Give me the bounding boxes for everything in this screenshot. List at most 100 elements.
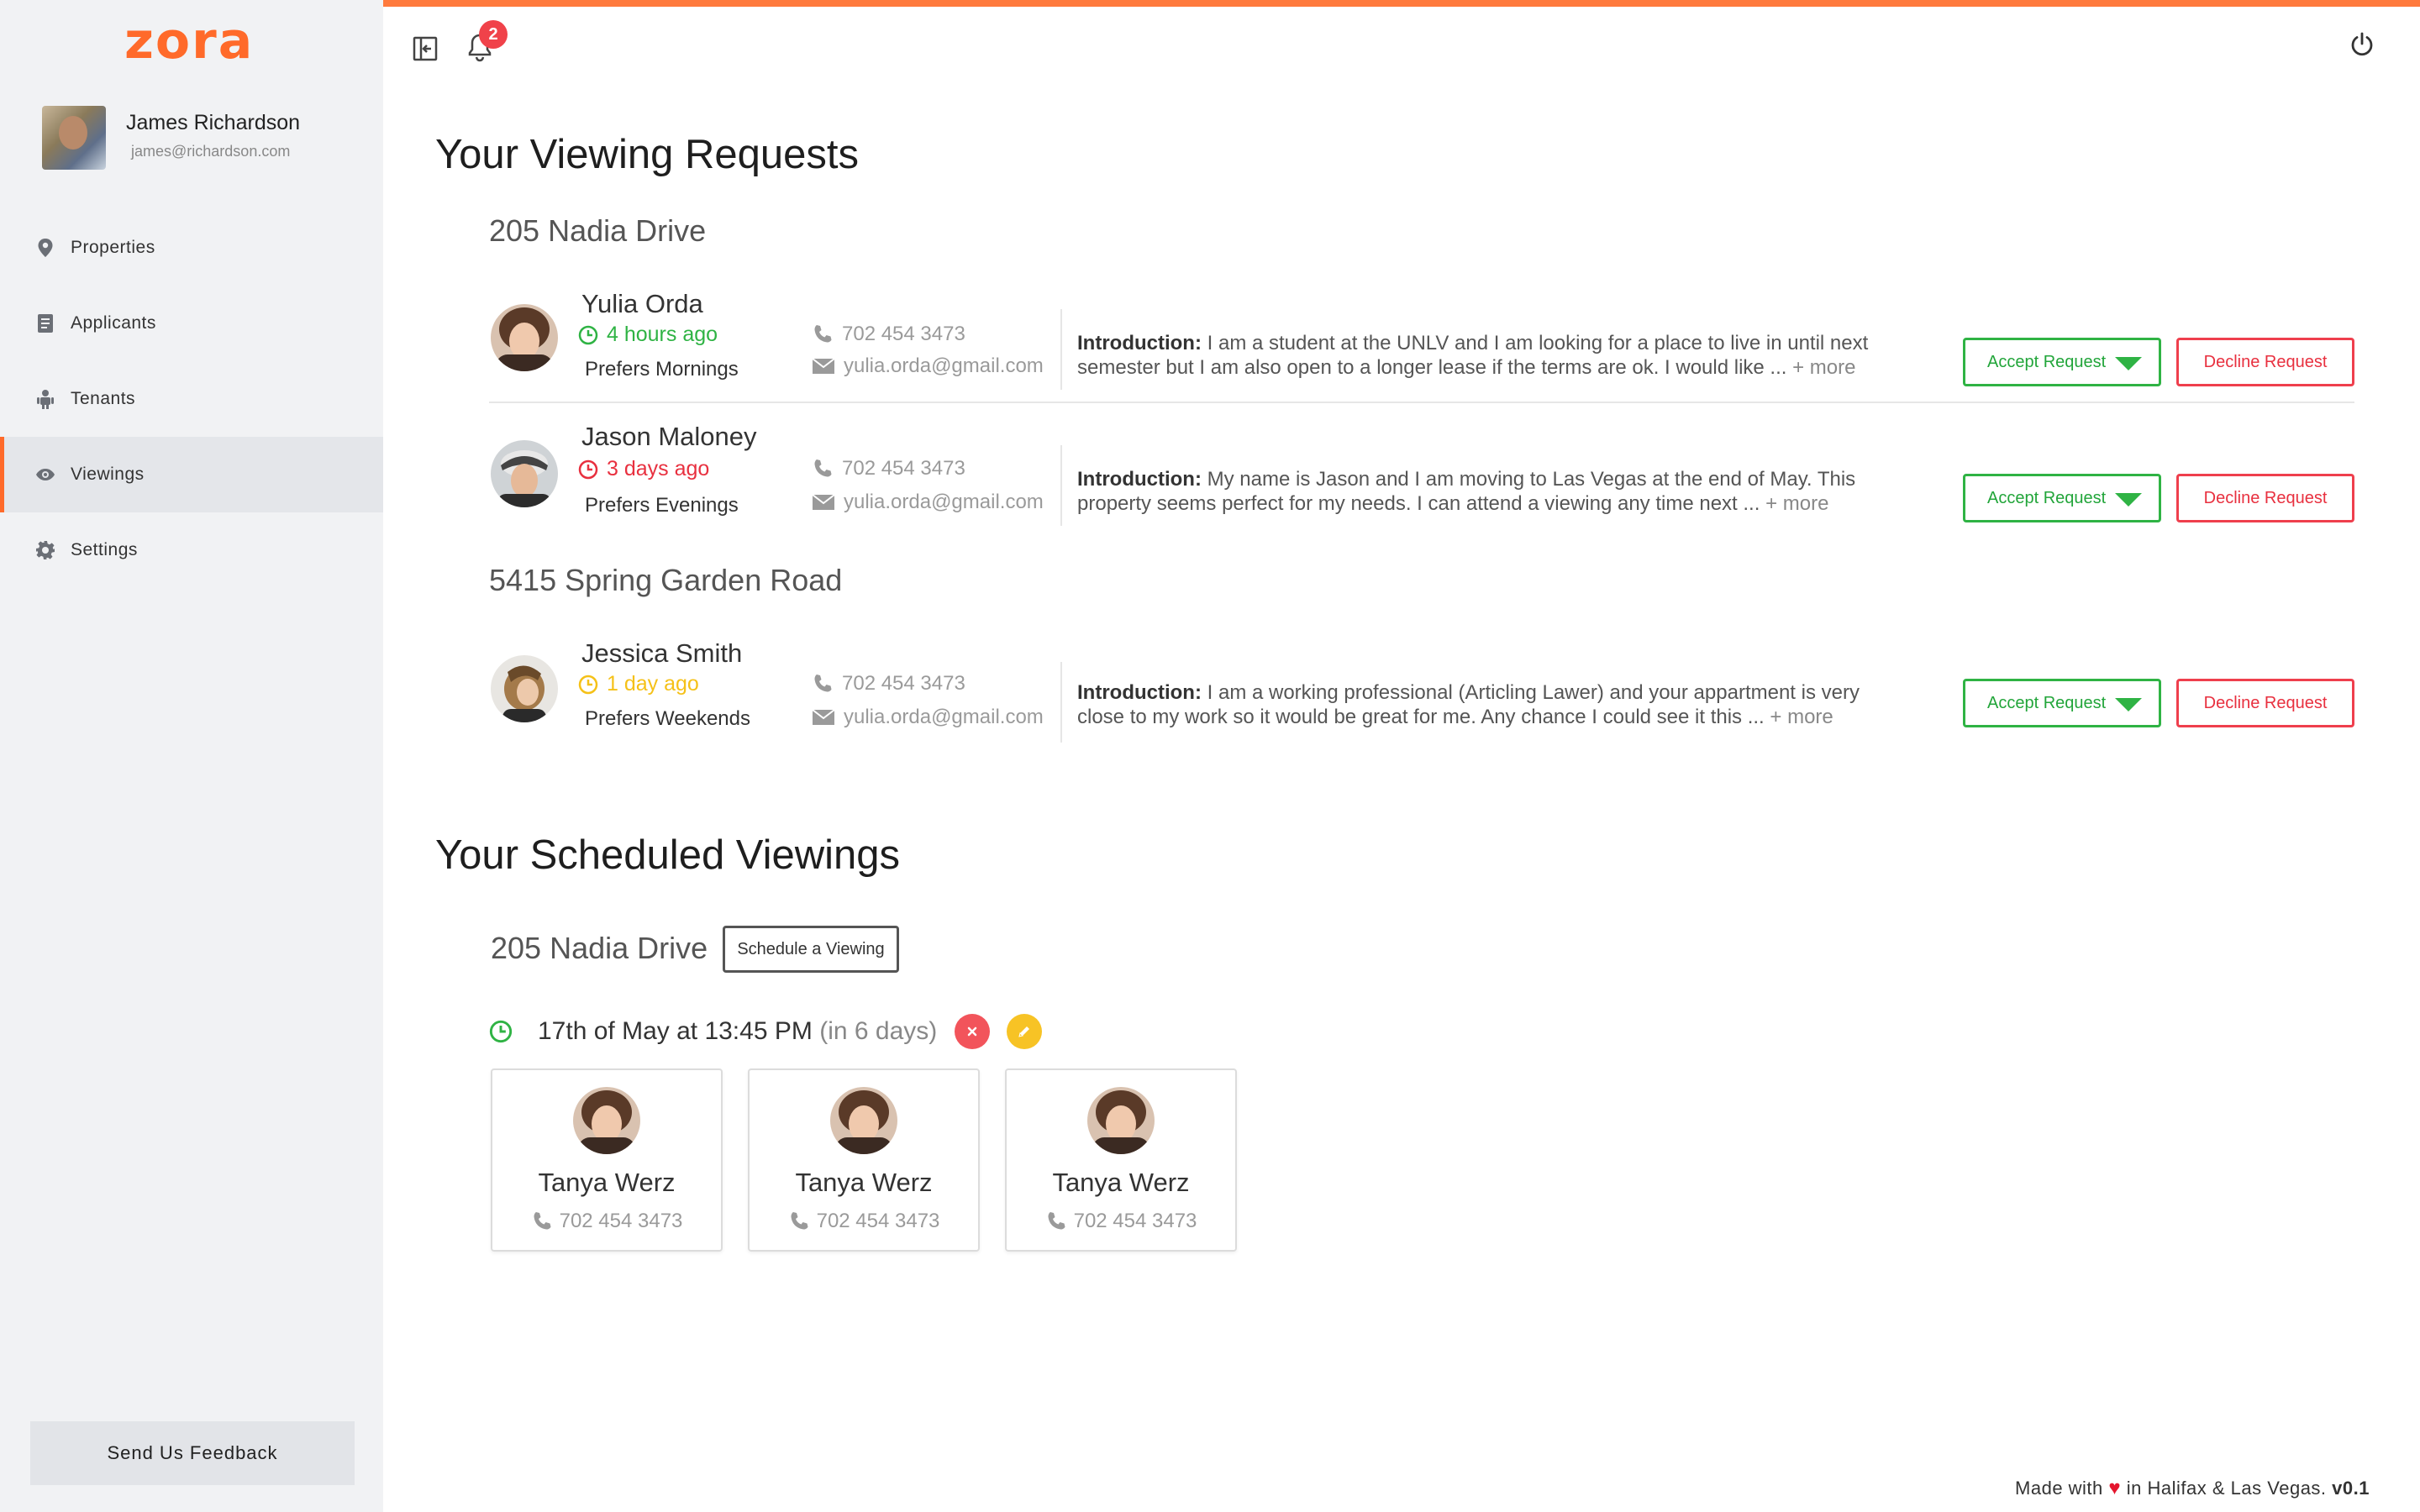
phone-icon — [814, 459, 832, 477]
request-row: Jason Maloney 3 days ago Prefers Evening… — [489, 405, 2354, 539]
sidebar-nav: Properties Applicants Tenants Viewings S… — [0, 210, 383, 588]
cancel-viewing-button[interactable] — [955, 1014, 990, 1049]
sidebar-item-settings[interactable]: Settings — [0, 512, 383, 588]
decline-request-button[interactable]: Decline Request — [2176, 338, 2354, 386]
property-heading: 205 Nadia Drive — [489, 213, 707, 248]
relative-time: (in 6 days) — [819, 1017, 938, 1045]
send-feedback-button[interactable]: Send Us Feedback — [30, 1421, 355, 1485]
sidebar-item-label: Properties — [71, 238, 155, 257]
pencil-icon — [1018, 1026, 1029, 1037]
attendee-phone: 702 454 3473 — [750, 1210, 978, 1233]
applicant-name[interactable]: Yulia Orda — [581, 289, 703, 319]
applicant-avatar — [491, 440, 558, 507]
scheduled-datetime: 17th of May at 13:45 PM (in 6 days) — [538, 1017, 938, 1045]
attendee-name: Tanya Werz — [795, 1168, 933, 1197]
applicant-email[interactable]: yulia.orda@gmail.com — [812, 354, 1044, 378]
collapse-sidebar-icon[interactable] — [412, 35, 440, 64]
applicant-phone: 702 454 3473 — [812, 672, 965, 696]
phone-icon — [814, 325, 832, 343]
sidebar-item-label: Applicants — [71, 313, 156, 333]
scheduled-viewings-title: Your Scheduled Viewings — [435, 832, 901, 878]
sidebar-item-label: Settings — [71, 540, 138, 559]
clock-icon — [578, 325, 598, 344]
decline-request-button[interactable]: Decline Request — [2176, 679, 2354, 727]
power-logout-icon[interactable] — [2349, 32, 2376, 59]
phone-icon — [814, 675, 832, 692]
notification-count-badge: 2 — [479, 20, 508, 49]
request-row: Jessica Smith 1 day ago Prefers Weekends… — [489, 620, 2354, 754]
attendee-avatar — [830, 1087, 897, 1154]
envelope-icon — [812, 494, 835, 510]
dropdown-caret-icon[interactable] — [2115, 357, 2142, 370]
sidebar-item-tenants[interactable]: Tenants — [0, 361, 383, 437]
time-ago-text: 1 day ago — [607, 672, 699, 696]
scheduled-time-row: 17th of May at 13:45 PM (in 6 days) — [489, 1008, 937, 1055]
applicant-phone: 702 454 3473 — [812, 457, 965, 480]
envelope-icon — [812, 358, 835, 374]
request-row: Yulia Orda 4 hours ago Prefers Mornings … — [489, 269, 2354, 403]
sidebar-item-applicants[interactable]: Applicants — [0, 286, 383, 361]
document-icon — [35, 313, 55, 333]
applicant-email[interactable]: yulia.orda@gmail.com — [812, 491, 1044, 514]
envelope-icon — [812, 709, 835, 725]
more-link[interactable]: + more — [1770, 706, 1833, 728]
version-label: v0.1 — [2332, 1478, 2370, 1499]
preference-text: Prefers Mornings — [585, 358, 739, 381]
phone-icon — [534, 1212, 551, 1230]
viewing-requests-title: Your Viewing Requests — [435, 132, 859, 177]
sidebar-item-label: Viewings — [71, 465, 145, 484]
top-accent-bar — [383, 0, 2420, 7]
user-profile[interactable]: James Richardson james@richardson.com — [42, 104, 361, 170]
applicant-avatar — [491, 304, 558, 371]
time-ago-text: 3 days ago — [607, 457, 710, 480]
request-time: 4 hours ago — [578, 323, 718, 347]
applicant-email[interactable]: yulia.orda@gmail.com — [812, 706, 1044, 729]
app-logo[interactable]: zora — [124, 12, 254, 71]
eye-icon — [35, 465, 55, 485]
dropdown-caret-icon[interactable] — [2115, 493, 2142, 507]
edit-viewing-button[interactable] — [1007, 1014, 1042, 1049]
clock-icon — [578, 675, 598, 694]
request-time: 3 days ago — [578, 457, 709, 481]
attendee-card[interactable]: Tanya Werz 702 454 3473 — [748, 1068, 980, 1252]
gear-icon — [35, 540, 55, 560]
accept-request-button[interactable]: Accept Request — [1963, 679, 2161, 727]
divider — [1060, 309, 1062, 390]
attendee-card[interactable]: Tanya Werz 702 454 3473 — [491, 1068, 723, 1252]
divider — [1060, 662, 1062, 743]
dropdown-caret-icon[interactable] — [2115, 698, 2142, 711]
user-avatar — [42, 106, 106, 170]
phone-icon — [791, 1212, 808, 1230]
request-time: 1 day ago — [578, 672, 699, 696]
applicant-name[interactable]: Jason Maloney — [581, 422, 757, 452]
user-email: james@richardson.com — [131, 143, 291, 160]
heart-icon: ♥ — [2108, 1477, 2122, 1499]
more-link[interactable]: + more — [1765, 492, 1828, 515]
attendee-card[interactable]: Tanya Werz 702 454 3473 — [1005, 1068, 1237, 1252]
sidebar-item-label: Tenants — [71, 389, 136, 408]
person-icon — [35, 389, 55, 409]
schedule-viewing-button[interactable]: Schedule a Viewing — [723, 926, 899, 973]
sidebar-item-viewings[interactable]: Viewings — [0, 437, 383, 512]
clock-icon — [578, 459, 598, 479]
property-heading: 5415 Spring Garden Road — [489, 563, 843, 597]
decline-request-button[interactable]: Decline Request — [2176, 474, 2354, 522]
accept-request-button[interactable]: Accept Request — [1963, 474, 2161, 522]
applicant-avatar — [491, 655, 558, 722]
map-pin-icon — [35, 238, 55, 258]
time-ago-text: 4 hours ago — [607, 323, 718, 346]
attendee-name: Tanya Werz — [538, 1168, 676, 1197]
introduction-text: Introduction: I am a student at the UNLV… — [1077, 332, 1869, 379]
applicant-name[interactable]: Jessica Smith — [581, 638, 742, 669]
attendee-avatar — [573, 1087, 640, 1154]
more-link[interactable]: + more — [1792, 356, 1855, 379]
attendee-phone: 702 454 3473 — [492, 1210, 721, 1233]
sidebar-item-properties[interactable]: Properties — [0, 210, 383, 286]
preference-text: Prefers Weekends — [585, 707, 750, 730]
user-name: James Richardson — [126, 111, 301, 134]
clock-icon — [489, 1020, 513, 1043]
close-icon — [967, 1026, 977, 1037]
introduction-text: Introduction: My name is Jason and I am … — [1077, 468, 1856, 515]
accept-request-button[interactable]: Accept Request — [1963, 338, 2161, 386]
applicant-phone: 702 454 3473 — [812, 323, 965, 346]
